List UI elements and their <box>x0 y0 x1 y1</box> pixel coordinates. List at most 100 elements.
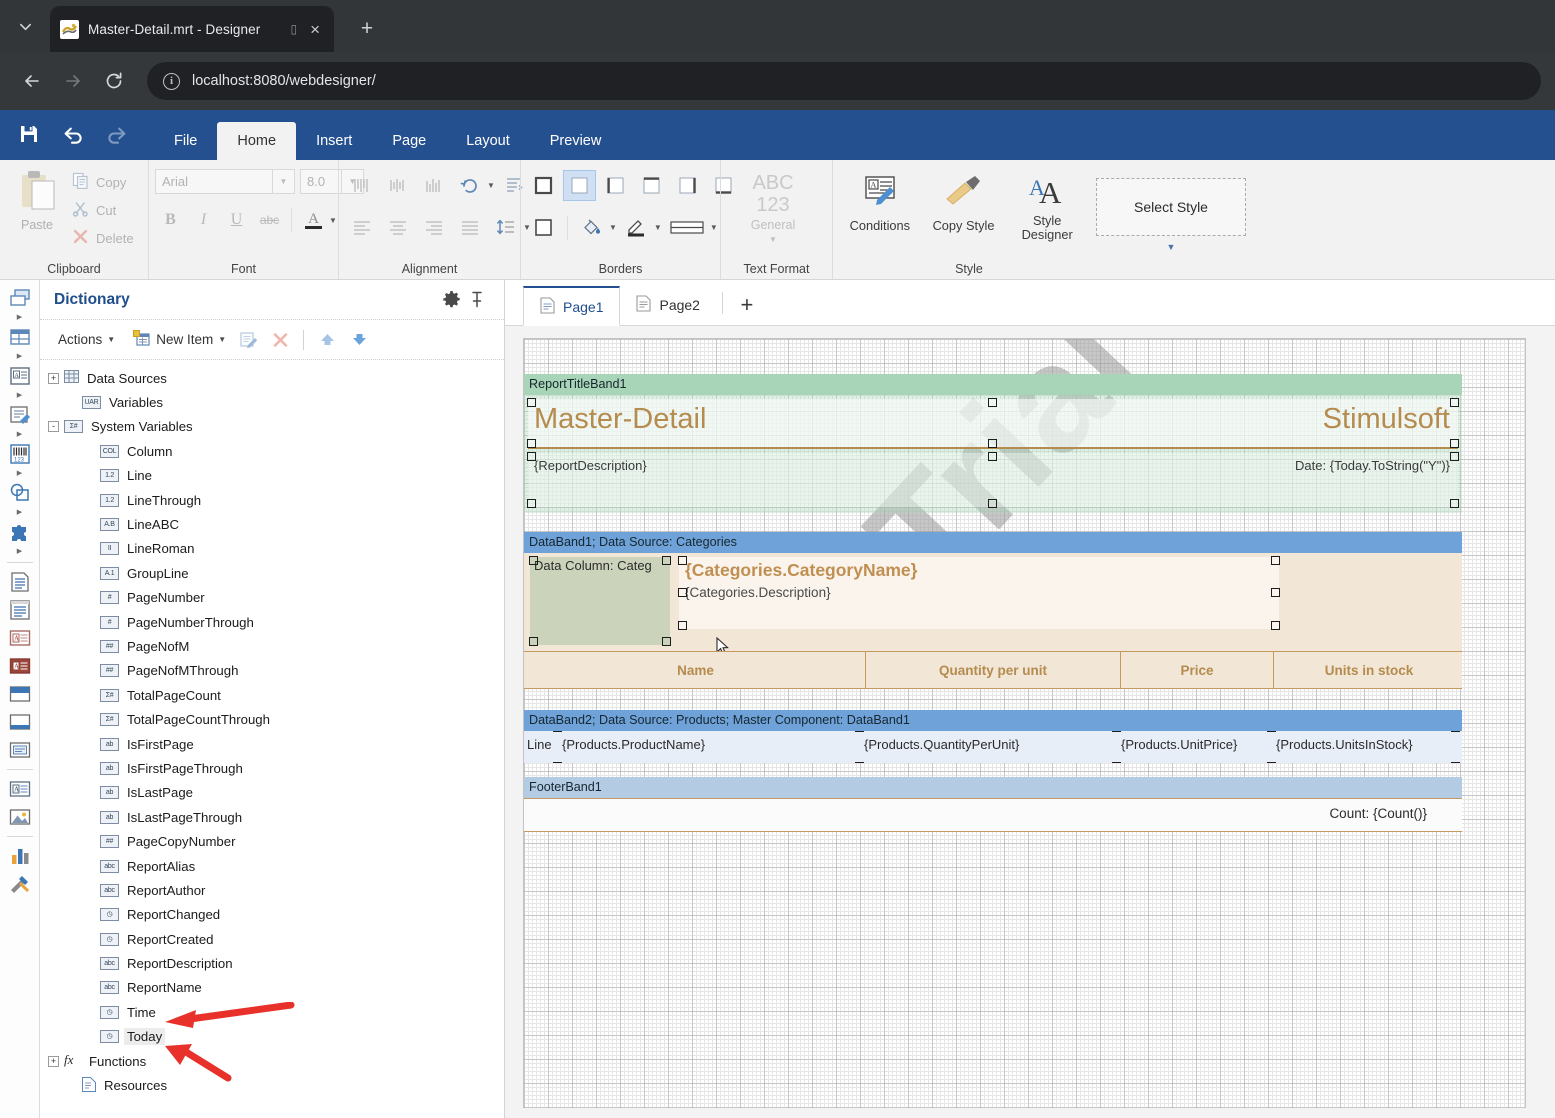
font-family-dropdown-chevron-down-icon[interactable]: ▼ <box>273 169 295 194</box>
barcode-expand-arrow-icon[interactable]: ▶ <box>17 468 22 479</box>
text-rotation-icon[interactable] <box>453 170 486 200</box>
rail-item-shapes[interactable]: ▶ <box>4 479 36 518</box>
tree-node[interactable]: 1.2 Line <box>40 464 504 488</box>
data-field-cell[interactable]: {Products.UnitsInStock} <box>1276 737 1413 752</box>
report-title-band[interactable]: ReportTitleBand1 Master-Detail Stimulsof… <box>524 374 1462 513</box>
tree-node[interactable]: abc ReportName <box>40 976 504 1000</box>
align-middle-icon[interactable] <box>381 170 414 200</box>
column-header-cell[interactable]: Price <box>1121 652 1274 688</box>
font-color-button[interactable]: A <box>298 205 329 235</box>
data-field-cell[interactable]: {Products.UnitPrice} <box>1121 737 1237 752</box>
rail-item-components[interactable]: A ▶ <box>4 362 36 401</box>
tree-node[interactable]: ab IsFirstPage <box>40 732 504 756</box>
ribbon-tab-page[interactable]: Page <box>372 122 446 160</box>
browser-tab[interactable]: Master-Detail.mrt - Designer ▯ × <box>50 6 334 52</box>
data-field-cell[interactable]: {Products.QuantityPerUnit} <box>864 737 1019 752</box>
title-text-component[interactable]: Master-Detail Stimulsoft <box>527 398 1459 449</box>
column-header-row[interactable]: Name Quantity per unit Price Units in stock <box>524 651 1462 689</box>
border-top-icon[interactable] <box>635 170 668 201</box>
tree-node[interactable]: ab IsLastPage <box>40 781 504 805</box>
cut-button[interactable]: Cut <box>70 198 140 222</box>
tree-node[interactable]: ab IsFirstPageThrough <box>40 756 504 780</box>
shapes-expand-arrow-icon[interactable]: ▶ <box>17 507 22 518</box>
tree-node[interactable]: # PageNumberThrough <box>40 610 504 634</box>
rail-item-bands[interactable]: ▶ <box>4 284 36 323</box>
dictionary-tree[interactable]: + Data Sources UAR Variables - Σ# System Varia… <box>40 360 504 1118</box>
data-field-cell[interactable]: {Products.ProductName} <box>562 737 705 752</box>
conditions-button[interactable]: A Conditions <box>839 164 921 233</box>
underline-button[interactable]: U <box>221 205 252 235</box>
border-outline-icon[interactable] <box>527 212 560 243</box>
page-tab-page2[interactable]: Page2 <box>620 285 715 325</box>
tree-node[interactable]: II LineRoman <box>40 537 504 561</box>
rail-item-plugins[interactable]: ▶ <box>4 518 36 557</box>
tree-node[interactable]: ◷ ReportChanged <box>40 903 504 927</box>
delete-icon[interactable] <box>266 328 294 352</box>
components-expand-arrow-icon[interactable]: ▶ <box>17 390 22 401</box>
tree-node[interactable]: abc ReportDescription <box>40 951 504 975</box>
tree-node[interactable]: ◷ Today <box>40 1025 504 1049</box>
tree-node[interactable]: ## PageCopyNumber <box>40 829 504 853</box>
subreport-icon[interactable] <box>4 736 36 764</box>
tab-list-chevron-down-icon[interactable] <box>6 6 44 46</box>
tree-expander-minus-icon[interactable]: - <box>48 421 59 433</box>
column-header-cell[interactable]: Name <box>526 652 866 688</box>
align-left-icon[interactable] <box>345 212 378 242</box>
tree-node[interactable]: ab IsLastPageThrough <box>40 805 504 829</box>
forward-icon[interactable] <box>55 63 91 99</box>
font-family-input[interactable]: Arial <box>155 169 273 194</box>
border-right-icon[interactable] <box>671 170 704 201</box>
delete-button[interactable]: Delete <box>70 226 140 250</box>
select-style-chevron-down-icon[interactable]: ▼ <box>1167 242 1176 252</box>
column-header-cell[interactable]: Units in stock <box>1274 652 1464 688</box>
tree-node[interactable]: abc ReportAlias <box>40 854 504 878</box>
border-all-icon[interactable] <box>527 170 560 201</box>
page-tab-page1[interactable]: Page1 <box>523 286 621 326</box>
ribbon-tab-preview[interactable]: Preview <box>530 122 622 160</box>
tree-node[interactable]: ## PageNofM <box>40 634 504 658</box>
image-text-box-icon[interactable]: A <box>4 624 36 652</box>
tree-node[interactable]: UAR Variables <box>40 390 504 414</box>
align-bottom-icon[interactable] <box>417 170 450 200</box>
border-style-icon[interactable] <box>665 212 709 243</box>
paste-button[interactable]: Paste <box>6 164 68 232</box>
data-band-2[interactable]: DataBand2; Data Source: Products; Master… <box>524 710 1462 763</box>
rail-item-cross-bands[interactable]: ▶ <box>4 323 36 362</box>
panel-top-icon[interactable] <box>4 680 36 708</box>
tools-icon[interactable] <box>4 870 36 898</box>
border-style-chevron-down-icon[interactable]: ▼ <box>710 223 718 232</box>
save-icon[interactable] <box>8 112 50 156</box>
arrow-down-icon[interactable] <box>345 328 373 352</box>
chart-icon[interactable] <box>4 842 36 870</box>
text-format-button[interactable]: ABC 123 General ▼ <box>727 164 819 244</box>
cross-bands-expand-arrow-icon[interactable]: ▶ <box>17 351 22 362</box>
tree-node[interactable]: ◷ ReportCreated <box>40 927 504 951</box>
canvas-scroll-area[interactable]: Trial ReportTitleBand1 Master-Detail Sti… <box>505 326 1555 1118</box>
ribbon-tab-home[interactable]: Home <box>217 122 297 160</box>
copy-button[interactable]: Copy <box>70 170 140 194</box>
category-text-component[interactable]: {Categories.CategoryName} {Categories.De… <box>678 556 1280 630</box>
pin-icon[interactable] <box>464 291 490 308</box>
bold-button[interactable]: B <box>155 205 186 235</box>
ribbon-tab-layout[interactable]: Layout <box>446 122 530 160</box>
image-text-box-filled-icon[interactable]: A <box>4 652 36 680</box>
tree-node[interactable]: ◷ Time <box>40 1000 504 1024</box>
tree-node[interactable]: 1.2 LineThrough <box>40 488 504 512</box>
select-style-button[interactable]: Select Style <box>1096 178 1247 236</box>
tree-node[interactable]: A.B LineABC <box>40 512 504 536</box>
new-tab-button[interactable]: + <box>352 14 382 44</box>
new-item-button[interactable]: New Item ▼ <box>129 328 230 352</box>
align-right-icon[interactable] <box>417 212 450 242</box>
text-format-chevron-down-icon[interactable]: ▼ <box>769 235 777 244</box>
tree-node[interactable]: ## PageNofMThrough <box>40 659 504 683</box>
font-size-input[interactable]: 8.0 <box>300 169 342 194</box>
strikethrough-button[interactable]: abc <box>254 205 285 235</box>
tab-close-icon[interactable]: × <box>306 19 324 40</box>
font-color-chevron-down-icon[interactable]: ▼ <box>329 216 337 225</box>
category-image-component[interactable]: Data Column: Categ <box>529 556 671 646</box>
ribbon-tab-file[interactable]: File <box>154 122 217 160</box>
column-header-cell[interactable]: Quantity per unit <box>866 652 1121 688</box>
border-left-icon[interactable] <box>599 170 632 201</box>
align-center-icon[interactable] <box>381 212 414 242</box>
rail-item-barcodes[interactable]: 123 ▶ <box>4 440 36 479</box>
